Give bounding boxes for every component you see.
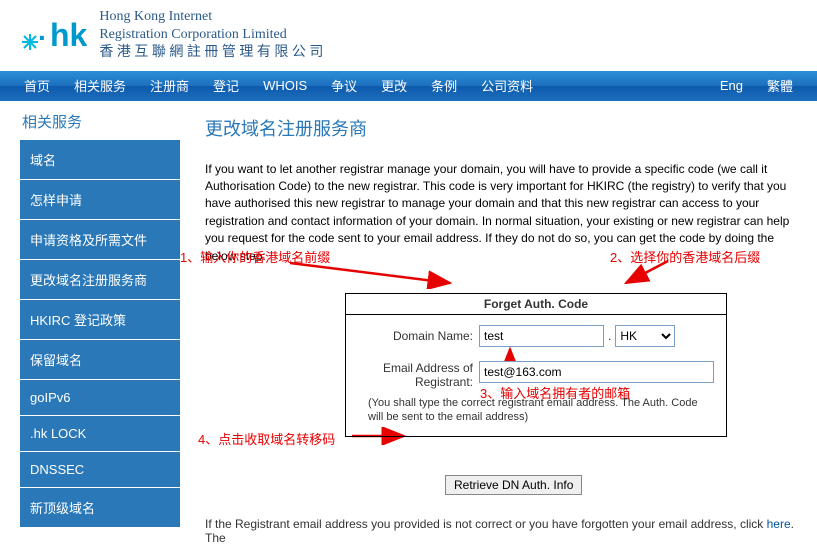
top-nav: 首页 相关服务 注册商 登记 WHOIS 争议 更改 条例 公司资料 Eng 繁… xyxy=(0,71,817,101)
content: 更改域名注册服务商 If you want to let another reg… xyxy=(180,111,797,545)
nav-rules[interactable]: 条例 xyxy=(419,76,469,95)
org-name-zh: 香 港 互 聯 網 註 冊 管 理 有 限 公 司 xyxy=(99,44,323,62)
logo: . hk xyxy=(20,17,87,54)
nav-registrar[interactable]: 注册商 xyxy=(138,76,201,95)
sidebar-item-dnssec[interactable]: DNSSEC xyxy=(20,452,180,488)
domain-label: Domain Name: xyxy=(358,329,479,343)
sidebar-item-goipv6[interactable]: goIPv6 xyxy=(20,380,180,416)
nav-related-services[interactable]: 相关服务 xyxy=(62,76,138,95)
nav-home[interactable]: 首页 xyxy=(12,76,62,95)
page-title: 更改域名注册服务商 xyxy=(205,115,797,141)
section-title: 相关服务 xyxy=(20,111,180,132)
nav-company[interactable]: 公司资料 xyxy=(469,76,545,95)
org-name-en-2: Registration Corporation Limited xyxy=(99,26,323,44)
domain-input[interactable] xyxy=(479,325,604,347)
sidebar-item-reserved[interactable]: 保留域名 xyxy=(20,340,180,380)
nav-whois[interactable]: WHOIS xyxy=(251,78,319,93)
org-name-en-1: Hong Kong Internet xyxy=(99,8,323,26)
logo-text: hk xyxy=(50,17,87,53)
email-label: Email Address of Registrant: xyxy=(358,361,479,390)
email-input[interactable] xyxy=(479,361,714,383)
annotation-4: 4、点击收取域名转移码 xyxy=(198,429,335,448)
footer-link[interactable]: here xyxy=(767,517,791,531)
header: . hk Hong Kong Internet Registration Cor… xyxy=(0,0,817,71)
footer-text: If the Registrant email address you prov… xyxy=(205,517,797,545)
nav-dispute[interactable]: 争议 xyxy=(319,76,369,95)
auth-code-form: Forget Auth. Code Domain Name: . HK Emai… xyxy=(345,293,727,437)
sidebar-item-domain[interactable]: 域名 xyxy=(20,140,180,180)
arrow-2-icon xyxy=(620,259,680,289)
nav-lang-eng[interactable]: Eng xyxy=(708,78,755,93)
nav-register[interactable]: 登记 xyxy=(201,76,251,95)
org-info: Hong Kong Internet Registration Corporat… xyxy=(99,8,323,63)
sidebar-item-hkirc-policy[interactable]: HKIRC 登记政策 xyxy=(20,300,180,340)
sidebar-item-change-registrar[interactable]: 更改域名注册服务商 xyxy=(20,260,180,300)
domain-dot: . xyxy=(604,329,615,343)
arrow-1-icon xyxy=(290,259,460,289)
sidebar-item-eligibility[interactable]: 申请资格及所需文件 xyxy=(20,220,180,260)
sidebar-item-hklock[interactable]: .hk LOCK xyxy=(20,416,180,452)
sidebar-item-howto[interactable]: 怎样申请 xyxy=(20,180,180,220)
logo-dot: . xyxy=(38,15,46,47)
sidebar: 域名 怎样申请 申请资格及所需文件 更改域名注册服务商 HKIRC 登记政策 保… xyxy=(20,140,180,528)
footer-before: If the Registrant email address you prov… xyxy=(205,517,767,531)
retrieve-button[interactable]: Retrieve DN Auth. Info xyxy=(445,475,582,495)
tld-select[interactable]: HK xyxy=(615,325,675,347)
form-title: Forget Auth. Code xyxy=(346,294,726,315)
nav-lang-trad[interactable]: 繁體 xyxy=(755,76,805,95)
form-note: (You shall type the correct registrant e… xyxy=(368,396,714,425)
sidebar-item-newtld[interactable]: 新顶级域名 xyxy=(20,488,180,528)
nav-modify[interactable]: 更改 xyxy=(369,76,419,95)
